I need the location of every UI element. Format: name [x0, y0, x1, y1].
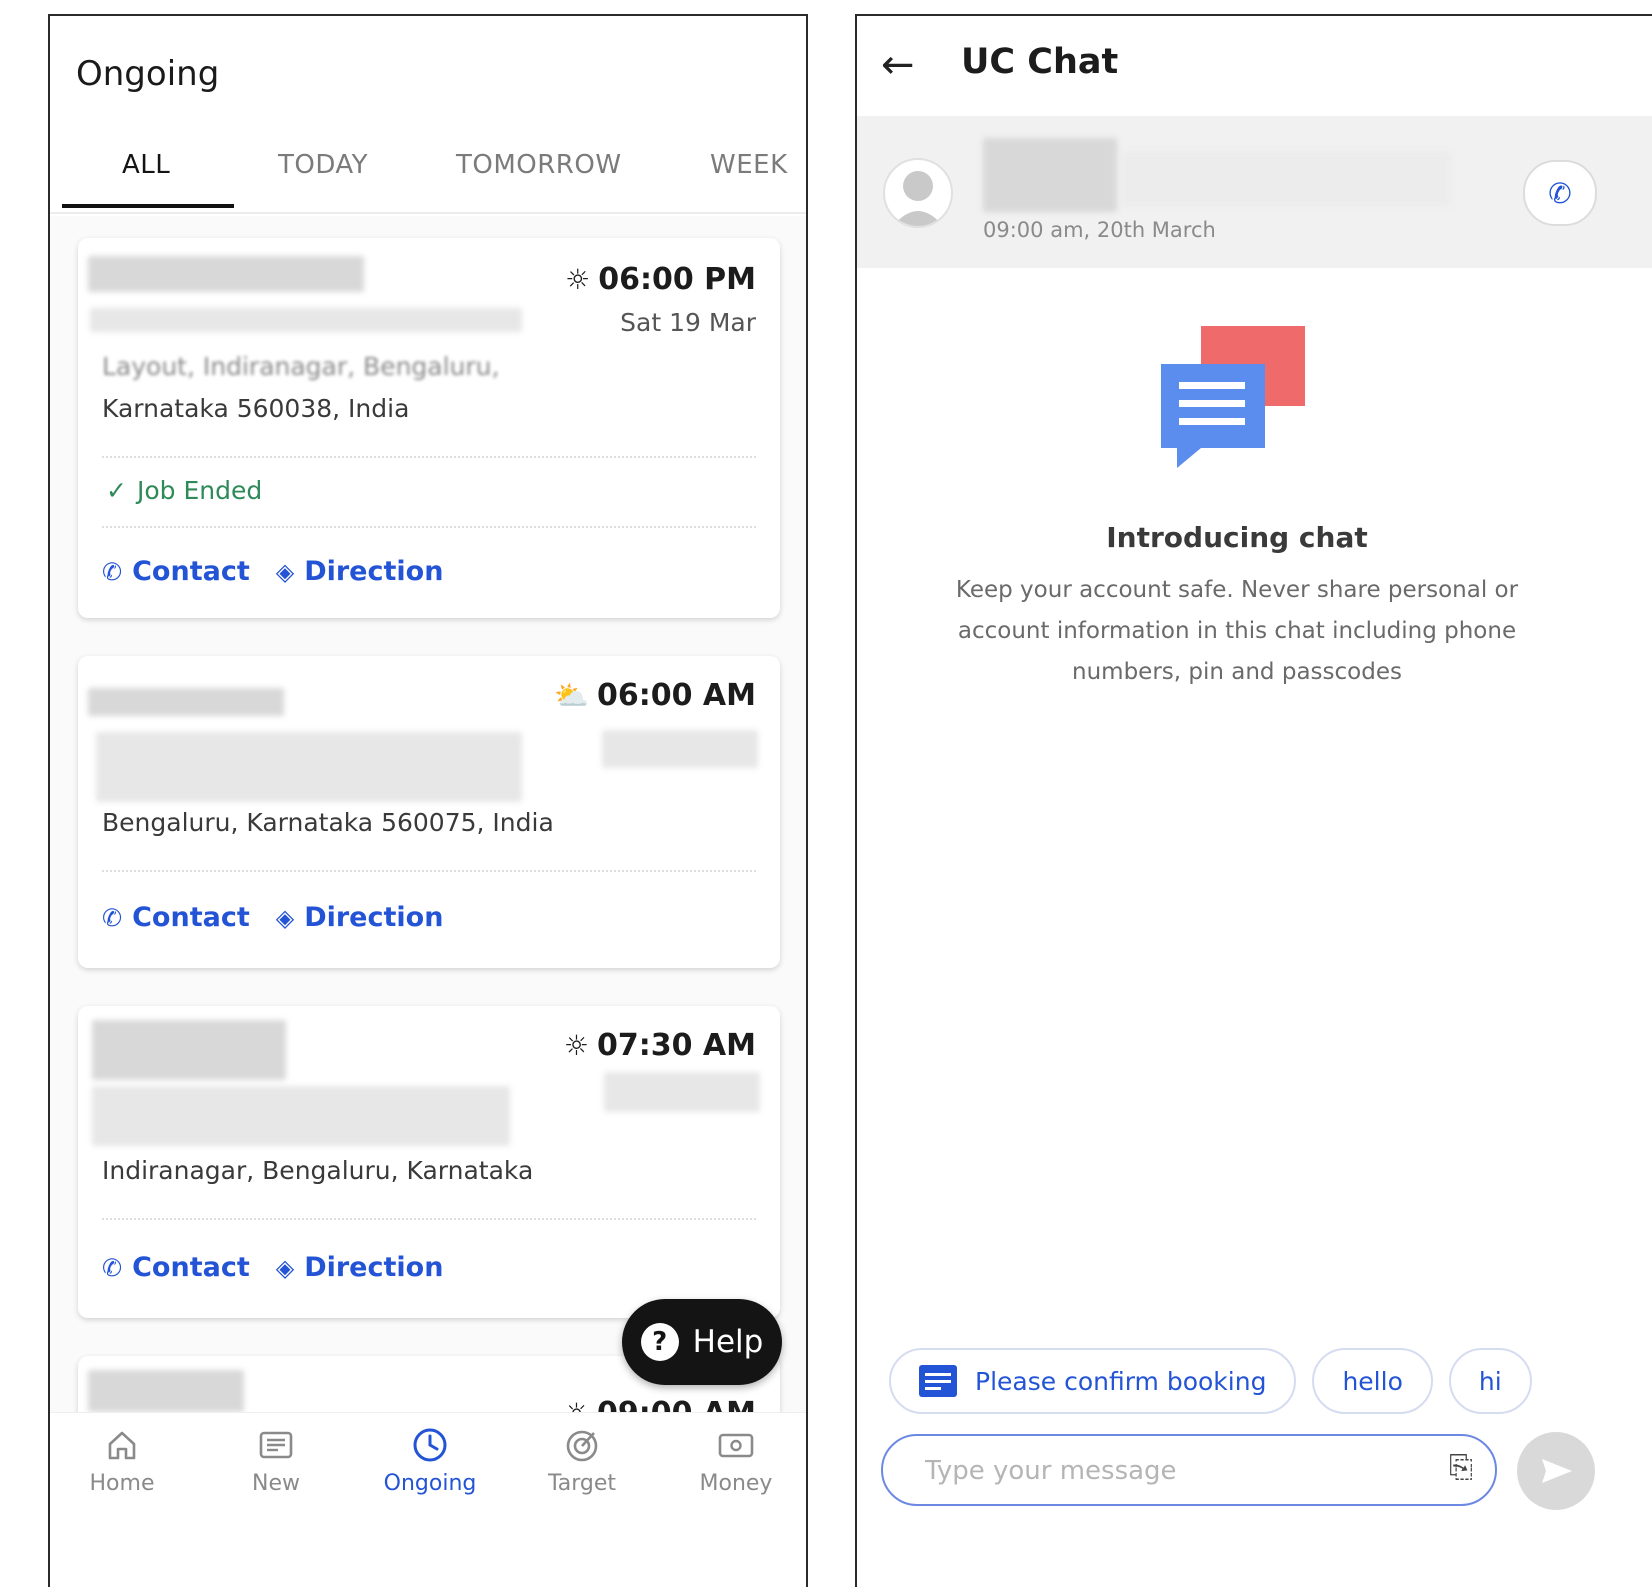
direction-icon: ◈	[275, 903, 295, 932]
redacted-customer-name	[88, 688, 284, 716]
home-icon	[108, 1431, 136, 1460]
phone-icon: ✆	[102, 903, 123, 932]
contact-timestamp: 09:00 am, 20th March	[983, 218, 1216, 242]
redacted-address	[90, 308, 522, 332]
list-icon	[259, 1431, 293, 1459]
active-tab-indicator	[62, 204, 234, 208]
intro-title: Introducing chat	[1106, 521, 1368, 554]
note-icon	[919, 1365, 957, 1397]
address-line: Layout, Indiranagar, Bengaluru,	[102, 352, 500, 381]
phone-icon: ✆	[102, 1253, 123, 1282]
check-icon: ✓	[106, 476, 127, 505]
quick-reply-chip[interactable]: Please confirm booking	[889, 1348, 1297, 1414]
divider	[102, 456, 756, 458]
message-input[interactable]	[923, 1444, 1427, 1498]
tab-tomorrow[interactable]: TOMORROW	[456, 150, 622, 180]
direction-button[interactable]: ◈ Direction	[276, 1252, 444, 1283]
address-line: Bengaluru, Karnataka 560075, India	[102, 808, 554, 837]
status-badge: ✓ Job Ended	[106, 476, 263, 505]
direction-button[interactable]: ◈ Direction	[276, 902, 444, 933]
clock-icon	[413, 1428, 447, 1462]
job-actions: ✆ Contact ◈ Direction	[102, 1252, 443, 1283]
address-line: Indiranagar, Bengaluru, Karnataka	[102, 1156, 534, 1185]
job-time: ☼ 06:00 PM	[565, 262, 756, 297]
sun-icon: ☼	[563, 1029, 589, 1062]
redacted-customer-name	[92, 1020, 286, 1080]
direction-icon: ◈	[275, 557, 295, 586]
job-date: Sat 19 Mar	[620, 308, 756, 337]
chat-title: UC Chat	[961, 42, 1119, 82]
redacted-date	[604, 1072, 760, 1112]
nav-money[interactable]: Money	[676, 1425, 796, 1496]
contact-button[interactable]: ✆ Contact	[102, 1252, 250, 1283]
redacted-customer-name	[88, 1370, 244, 1412]
divider	[102, 1218, 756, 1220]
send-icon	[1542, 1459, 1572, 1483]
nav-new[interactable]: New	[216, 1425, 336, 1496]
chat-illustration-icon	[1161, 326, 1305, 468]
job-card[interactable]: ☼ 07:30 AM Indiranagar, Bengaluru, Karna…	[78, 1006, 780, 1318]
job-card[interactable]: ☼ 06:00 PM Sat 19 Mar Layout, Indiranaga…	[78, 238, 780, 618]
redacted-address	[92, 1086, 510, 1146]
chat-screen: ← UC Chat 09:00 am, 20th March ✆ Introdu…	[855, 14, 1652, 1587]
tab-all[interactable]: ALL	[122, 150, 170, 180]
avatar	[883, 158, 953, 228]
send-button[interactable]	[1517, 1432, 1595, 1510]
quick-reply-chip[interactable]: hello	[1312, 1348, 1433, 1414]
redacted-contact-detail	[1121, 152, 1451, 206]
redacted-contact-name	[983, 138, 1117, 212]
user-icon	[893, 171, 943, 226]
redacted-address	[96, 732, 522, 802]
sun-icon: ☼	[565, 263, 591, 296]
sunrise-icon: ⛅	[554, 679, 589, 712]
bottom-nav: Home New Ongoing Target Money	[50, 1412, 806, 1587]
attachment-icon[interactable]: ⎘	[1449, 1450, 1473, 1485]
tab-today[interactable]: TODAY	[278, 150, 368, 180]
back-arrow-icon[interactable]: ←	[881, 42, 915, 88]
intro-description: Keep your account safe. Never share pers…	[955, 577, 1519, 685]
divider	[102, 526, 756, 528]
divider	[102, 870, 756, 872]
phone-icon: ✆	[102, 557, 123, 586]
contact-button[interactable]: ✆ Contact	[102, 556, 250, 587]
phone-icon: ✆	[1548, 176, 1572, 210]
page-title: Ongoing	[76, 54, 220, 94]
target-icon	[566, 1430, 598, 1462]
job-actions: ✆ Contact ◈ Direction	[102, 556, 443, 587]
nav-home[interactable]: Home	[62, 1425, 182, 1496]
job-time: ⛅ 06:00 AM	[554, 678, 756, 713]
direction-icon: ◈	[275, 1253, 295, 1282]
contact-bar: 09:00 am, 20th March ✆	[857, 116, 1652, 268]
nav-ongoing[interactable]: Ongoing	[370, 1425, 490, 1496]
job-time: ☼ 07:30 AM	[563, 1028, 756, 1063]
tab-week[interactable]: WEEK	[710, 150, 788, 180]
nav-target[interactable]: Target	[522, 1425, 642, 1496]
address-line: Karnataka 560038, India	[102, 394, 410, 423]
contact-button[interactable]: ✆ Contact	[102, 902, 250, 933]
job-card[interactable]: ⛅ 06:00 AM Bengaluru, Karnataka 560075, …	[78, 656, 780, 968]
help-button[interactable]: ? Help	[622, 1299, 782, 1385]
call-button[interactable]: ✆	[1523, 160, 1597, 226]
quick-reply-chip[interactable]: hi	[1448, 1348, 1532, 1414]
redacted-customer-name	[88, 256, 364, 292]
ongoing-screen: Ongoing ALL TODAY TOMORROW WEEK ☼ 06:00 …	[48, 14, 808, 1587]
chat-header: ← UC Chat	[857, 16, 1652, 116]
job-actions: ✆ Contact ◈ Direction	[102, 902, 443, 933]
help-icon: ?	[640, 1323, 679, 1361]
money-icon	[718, 1433, 754, 1458]
quick-replies: Please confirm booking hello hi	[889, 1348, 1532, 1414]
redacted-date	[602, 730, 758, 768]
message-composer: ⎘	[881, 1434, 1497, 1506]
direction-button[interactable]: ◈ Direction	[276, 556, 444, 587]
